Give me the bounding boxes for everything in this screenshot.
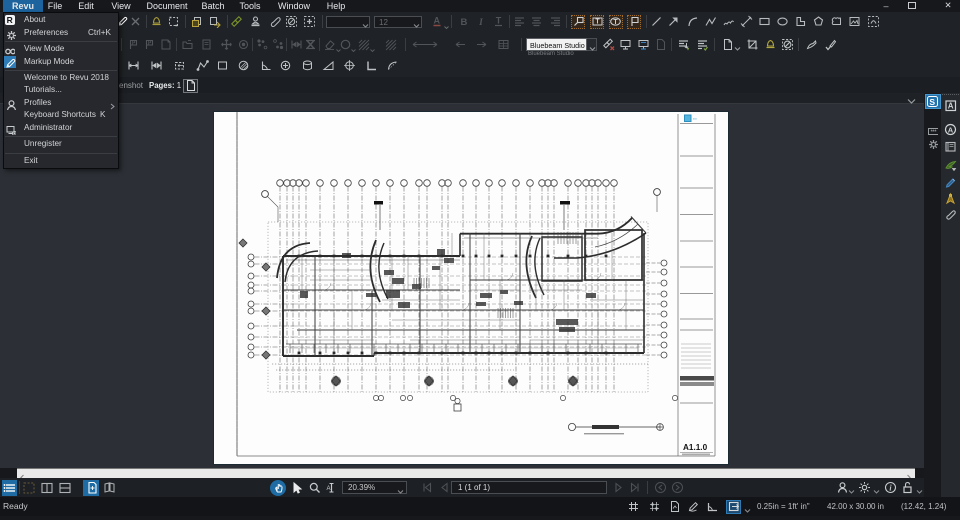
svg-text:A: A — [434, 16, 441, 26]
svg-text:***: *** — [931, 129, 937, 135]
svg-text:▾: ▾ — [687, 46, 690, 51]
svg-text:A: A — [948, 125, 954, 134]
svg-text:B: B — [461, 17, 468, 28]
svg-text:i: i — [889, 483, 892, 492]
svg-text:A1.1.0: A1.1.0 — [683, 443, 708, 452]
svg-text:▪▪▪: ▪▪▪ — [693, 117, 697, 121]
svg-text:T: T — [496, 16, 502, 26]
svg-text:T: T — [613, 19, 618, 26]
svg-text:A: A — [327, 486, 331, 492]
svg-text:A: A — [948, 102, 954, 111]
svg-text:T: T — [595, 19, 600, 26]
svg-text:I: I — [478, 18, 483, 28]
